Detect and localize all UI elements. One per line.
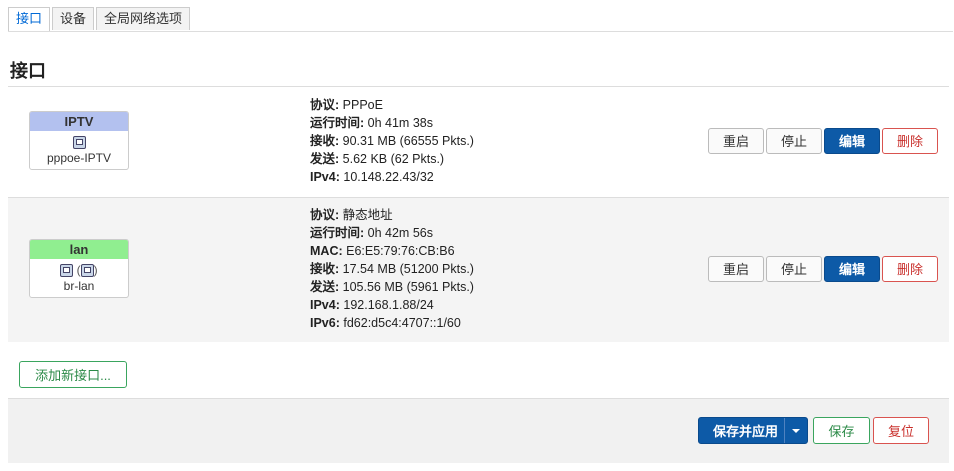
network-device-icon <box>72 136 86 150</box>
restart-button[interactable]: 重启 <box>708 128 764 154</box>
tab-devices[interactable]: 设备 <box>52 7 95 30</box>
add-interface-button[interactable]: 添加新接口... <box>19 361 127 388</box>
interface-badge-iptv[interactable]: IPTV pppoe-IPTV <box>29 111 129 170</box>
info-label: 运行时间: <box>310 116 365 130</box>
tab-interfaces[interactable]: 接口 <box>8 7 51 31</box>
stop-button[interactable]: 停止 <box>766 128 822 154</box>
stop-button[interactable]: 停止 <box>766 256 822 282</box>
save-button[interactable]: 保存 <box>813 417 870 444</box>
delete-button[interactable]: 删除 <box>882 256 938 282</box>
info-value: 105.56 MB (5961 Pkts.) <box>342 280 474 294</box>
info-value: E6:E5:79:76:CB:B6 <box>346 244 455 258</box>
info-value: 静态地址 <box>342 208 393 222</box>
interface-name: IPTV <box>30 112 128 131</box>
action-footer: 保存并应用 保存 复位 <box>8 398 949 463</box>
bridge-bracket-close: ) <box>93 263 98 277</box>
interface-badge-lan[interactable]: lan () br-lan <box>29 239 129 298</box>
tab-global-network-options[interactable]: 全局网络选项 <box>96 7 191 30</box>
interface-row-lan: lan () br-lan 协议: 静态地址 运行时间: 0h 42m 56s … <box>8 198 949 342</box>
info-label: IPv4: <box>310 170 340 184</box>
ethernet-port-icon <box>60 264 74 278</box>
device-name: br-lan <box>63 279 95 293</box>
info-value: 10.148.22.43/32 <box>343 170 434 184</box>
info-label: MAC: <box>310 244 343 258</box>
info-label: 发送: <box>310 152 340 166</box>
page-title: 接口 <box>10 61 46 81</box>
delete-button[interactable]: 删除 <box>882 128 938 154</box>
interface-name: lan <box>30 240 128 259</box>
info-label: IPv4: <box>310 298 340 312</box>
info-value: 192.168.1.88/24 <box>343 298 434 312</box>
info-label: 接收: <box>310 262 340 276</box>
interface-info: 协议: PPPoE 运行时间: 0h 41m 38s 接收: 90.31 MB … <box>310 96 474 186</box>
save-and-apply-button[interactable]: 保存并应用 <box>698 417 808 444</box>
edit-button[interactable]: 编辑 <box>824 256 880 282</box>
device-name: pppoe-IPTV <box>46 151 112 165</box>
interface-info: 协议: 静态地址 运行时间: 0h 42m 56s MAC: E6:E5:79:… <box>310 206 474 332</box>
info-value: 5.62 KB (62 Pkts.) <box>342 152 445 166</box>
info-label: IPv6: <box>310 316 340 330</box>
chevron-down-icon[interactable] <box>784 418 807 443</box>
restart-button[interactable]: 重启 <box>708 256 764 282</box>
info-value: 0h 41m 38s <box>367 116 433 130</box>
info-label: 运行时间: <box>310 226 365 240</box>
tab-bar: 接口 设备 全局网络选项 <box>8 7 953 32</box>
info-value: 0h 42m 56s <box>367 226 433 240</box>
save-and-apply-label: 保存并应用 <box>713 424 779 439</box>
edit-button[interactable]: 编辑 <box>824 128 880 154</box>
info-value: fd62:d5c4:4707::1/60 <box>343 316 461 330</box>
info-label: 接收: <box>310 134 340 148</box>
info-label: 发送: <box>310 280 340 294</box>
interface-row-iptv: IPTV pppoe-IPTV 协议: PPPoE 运行时间: 0h 41m 3… <box>8 87 949 198</box>
info-value: 90.31 MB (66555 Pkts.) <box>342 134 474 148</box>
info-label: 协议: <box>310 208 340 222</box>
info-value: PPPoE <box>342 98 383 112</box>
reset-button[interactable]: 复位 <box>873 417 929 444</box>
info-label: 协议: <box>310 98 340 112</box>
info-value: 17.54 MB (51200 Pkts.) <box>342 262 474 276</box>
bridge-member-icon <box>80 264 94 278</box>
